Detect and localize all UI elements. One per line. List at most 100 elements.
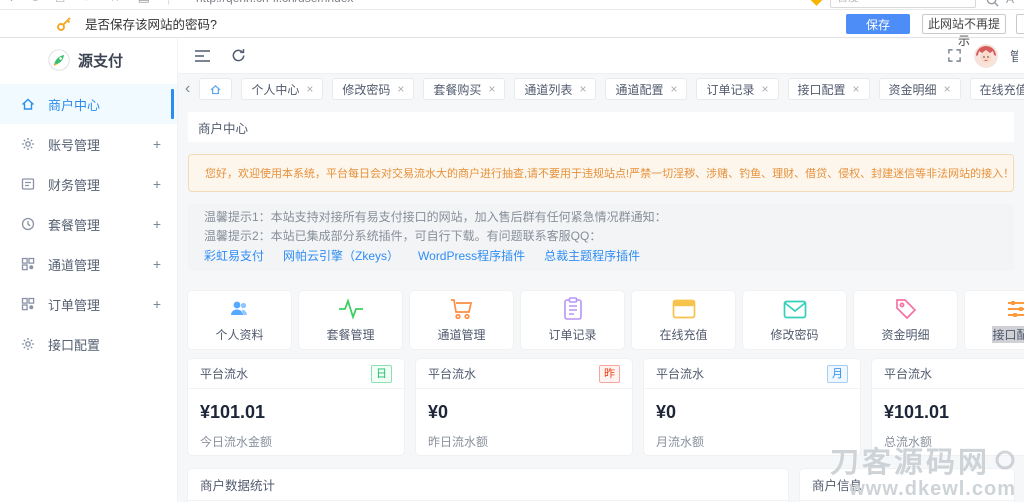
stat-card-yesterday: 平台流水 昨 ¥0 昨日流水额 — [416, 359, 632, 455]
close-icon[interactable]: × — [397, 83, 404, 95]
rocket-logo-icon — [48, 49, 70, 71]
tab-online-recharge[interactable]: 在线充值× — [970, 78, 1024, 100]
sidebar-item-finance-management[interactable]: 财务管理 + — [0, 164, 177, 204]
close-icon[interactable]: × — [762, 83, 769, 95]
yesterday-badge: 昨 — [599, 365, 620, 383]
card-fund-details[interactable]: 资金明细 — [854, 291, 957, 349]
page-icon[interactable]: ▤ — [138, 0, 150, 5]
card-api-config[interactable]: 接口配置 — [965, 291, 1024, 349]
sidebar-item-label: 财务管理 — [48, 175, 100, 194]
card-package-management[interactable]: 套餐管理 — [299, 291, 402, 349]
tab-order-records[interactable]: 订单记录× — [696, 78, 778, 100]
link-rainbow-epay[interactable]: 彩虹易支付 — [204, 247, 264, 266]
close-icon[interactable]: × — [944, 83, 951, 95]
tab-label: 套餐购买 — [433, 81, 481, 98]
sidebar-item-label: 订单管理 — [48, 295, 100, 314]
fullscreen-icon[interactable] — [947, 48, 962, 63]
sidebar-item-account-management[interactable]: 账号管理 + — [0, 124, 177, 164]
forward-icon[interactable]: › — [10, 0, 14, 5]
close-icon[interactable]: × — [853, 83, 860, 95]
tip-line-2: 温馨提示2：本站已集成部分系统插件，可自行下载。有问题联系客服QQ： — [204, 227, 998, 246]
card-change-password[interactable]: 修改密码 — [743, 291, 846, 349]
sidebar-item-merchant-center[interactable]: 商户中心 — [0, 84, 177, 124]
browser-nav-icons: › ○ □ ↺ ☆ ▤ | — [10, 0, 170, 5]
stat-title: 平台流水 — [884, 365, 932, 382]
browser-chrome: › ○ □ ↺ ☆ ▤ | http://qehh.cn-fi.ch/user/… — [0, 0, 1024, 10]
tab-channel-config[interactable]: 通道配置 × — [605, 78, 687, 100]
panel-title: 商户数据统计 — [188, 469, 788, 501]
diamond-icon[interactable] — [810, 0, 823, 6]
tips-box: 温馨提示1：本站支持对接所有易支付接口的网站，加入售后群有任何紧急情况群通知： … — [188, 204, 1014, 271]
stat-title: 平台流水 — [200, 365, 248, 382]
close-bar-button[interactable] — [1016, 14, 1024, 34]
close-icon[interactable]: × — [670, 83, 677, 95]
password-save-message: 是否保存该网站的密码? — [85, 14, 217, 33]
text-size-icon[interactable]: A — [1006, 0, 1014, 6]
close-icon[interactable]: × — [579, 83, 586, 95]
tab-label: 通道配置 — [615, 81, 663, 98]
link-theme-plugin[interactable]: 总裁主题程序插件 — [544, 247, 640, 266]
browser-search-input[interactable] — [830, 0, 976, 8]
stat-label: 昨日流水额 — [416, 423, 632, 450]
tab-channel-list[interactable]: 通道列表 × — [514, 78, 596, 100]
card-online-recharge[interactable]: 在线充值 — [632, 291, 735, 349]
panel-title: 商户信息 — [800, 469, 1014, 501]
sidebar-item-channel-management[interactable]: 通道管理 + — [0, 244, 177, 284]
bookmark-star-icon[interactable]: ☆ — [109, 0, 121, 5]
clock-icon — [20, 216, 36, 232]
tab-label: 修改密码 — [342, 81, 390, 98]
stat-card-month: 平台流水 月 ¥0 月流水额 — [644, 359, 860, 455]
sidebar-item-api-config[interactable]: 接口配置 — [0, 324, 177, 364]
tab-fund-details[interactable]: 资金明细 × — [879, 78, 961, 100]
sliders-icon — [1006, 297, 1024, 321]
brand-name: 源支付 — [78, 50, 123, 71]
card-label: 订单记录 — [548, 326, 596, 343]
bottom-panels: 商户数据统计 商户信息 — [188, 469, 1014, 502]
card-label: 在线充值 — [659, 326, 707, 343]
never-prompt-button[interactable]: 此网站不再提示 — [922, 14, 1006, 34]
close-icon[interactable]: × — [306, 83, 313, 95]
envelope-icon — [783, 297, 807, 321]
save-password-button[interactable]: 保存 — [846, 14, 910, 34]
collapse-menu-icon[interactable] — [194, 49, 211, 63]
ledger-icon — [20, 176, 36, 192]
card-label: 个人资料 — [215, 326, 263, 343]
stat-value: ¥101.01 — [188, 389, 404, 423]
close-icon[interactable]: × — [488, 83, 495, 95]
card-label: 接口配置 — [992, 326, 1024, 343]
tab-label: 资金明细 — [889, 81, 937, 98]
grid-icon — [20, 256, 36, 272]
undo-icon[interactable]: ↺ — [81, 0, 92, 5]
tab-api-config[interactable]: 接口配置× — [788, 78, 870, 100]
pulse-icon — [338, 297, 364, 321]
avatar[interactable] — [974, 44, 998, 68]
username-text: 管 — [1010, 46, 1018, 65]
stat-label: 今日流水金额 — [188, 423, 404, 450]
tab-change-password[interactable]: 修改密码 × — [332, 78, 414, 100]
link-zkeys[interactable]: 网帕云引擎（Zkeys） — [283, 247, 399, 266]
gear-icon — [20, 336, 36, 352]
tabs-back-icon[interactable]: ‹ — [185, 81, 190, 97]
sidebar-item-label: 商户中心 — [48, 95, 100, 114]
address-bar[interactable]: http://qehh.cn-fi.ch/user/index — [196, 0, 353, 5]
card-channel-management[interactable]: 通道管理 — [410, 291, 513, 349]
month-badge: 月 — [827, 365, 848, 383]
brand: 源支付 — [0, 38, 177, 82]
refresh-icon[interactable] — [231, 48, 246, 63]
tab-personal-center[interactable]: 个人中心× — [241, 78, 323, 100]
sidebar-item-package-management[interactable]: 套餐管理 + — [0, 204, 177, 244]
tab-label: 通道列表 — [524, 81, 572, 98]
sidebar-item-order-management[interactable]: 订单管理 + — [0, 284, 177, 324]
stat-value: ¥101.01 — [872, 389, 1024, 423]
home-icon[interactable]: □ — [56, 0, 64, 5]
search-icon[interactable] — [986, 0, 999, 10]
tip-line-1: 温馨提示1：本站支持对接所有易支付接口的网站，加入售后群有任何紧急情况群通知： — [204, 208, 998, 227]
users-icon — [228, 297, 252, 321]
stat-title: 平台流水 — [656, 365, 704, 382]
card-personal-profile[interactable]: 个人资料 — [188, 291, 291, 349]
link-wordpress-plugin[interactable]: WordPress程序插件 — [418, 247, 525, 266]
card-order-records[interactable]: 订单记录 — [521, 291, 624, 349]
tab-home[interactable] — [199, 78, 232, 100]
tab-package-purchase[interactable]: 套餐购买 × — [423, 78, 505, 100]
refresh-icon[interactable]: ○ — [31, 0, 39, 5]
